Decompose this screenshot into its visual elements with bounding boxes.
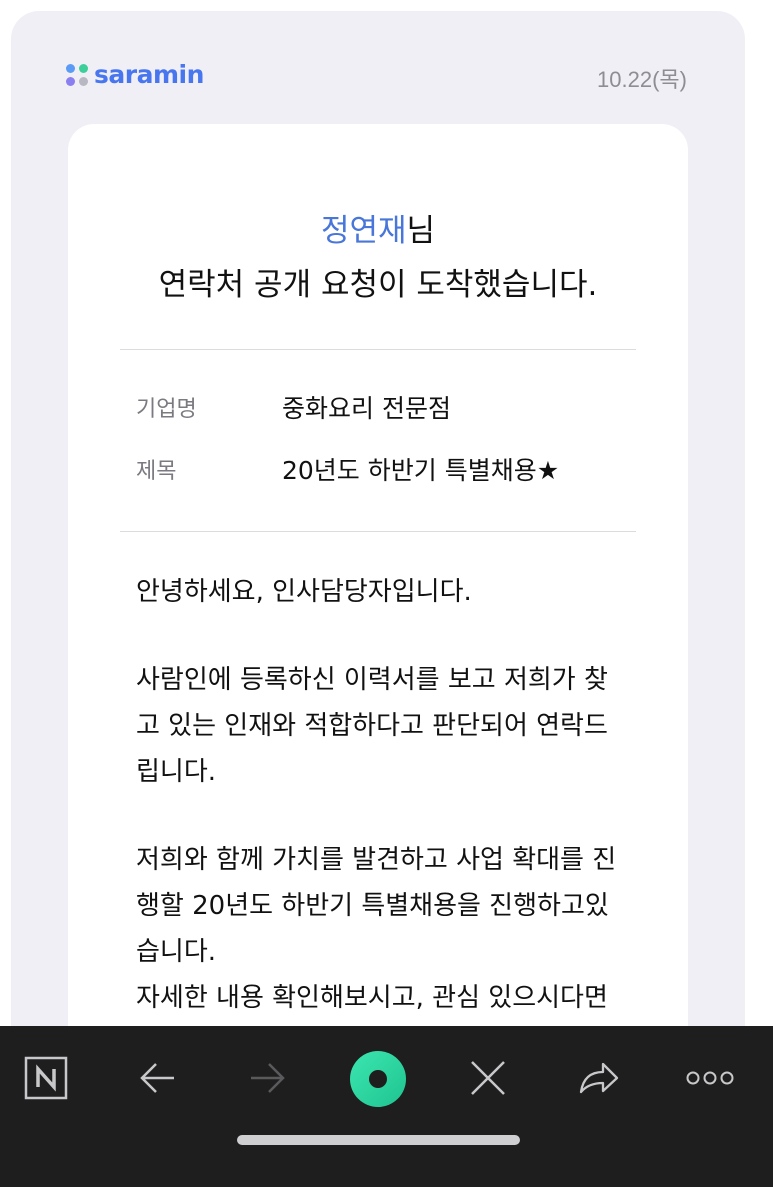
share-icon bbox=[579, 1062, 619, 1094]
title-label: 제목 bbox=[136, 459, 177, 484]
divider-top bbox=[120, 349, 636, 350]
body-paragraph-1: 안녕하세요, 인사담당자입니다. bbox=[136, 577, 472, 607]
logo-text: saramin bbox=[94, 60, 204, 89]
saramin-logo: saramin bbox=[66, 60, 204, 89]
greeting-message: 연락처 공개 요청이 도착했습니다. bbox=[158, 267, 598, 303]
divider-bottom bbox=[120, 531, 636, 532]
naver-n-icon bbox=[24, 1056, 68, 1100]
title-value: 20년도 하반기 특별채용★ bbox=[282, 456, 560, 485]
logo-dots-icon bbox=[66, 63, 88, 86]
back-arrow-icon bbox=[140, 1063, 174, 1093]
more-button[interactable] bbox=[680, 1048, 740, 1108]
mail-date: 10.22(목) bbox=[597, 67, 687, 92]
forward-arrow-icon bbox=[251, 1063, 285, 1093]
green-dot-icon bbox=[350, 1051, 406, 1107]
share-button[interactable] bbox=[569, 1048, 629, 1108]
recipient-name: 정연재 bbox=[320, 213, 407, 249]
greeting: 정연재님 연락처 공개 요청이 도착했습니다. bbox=[68, 204, 688, 312]
company-value: 중화요리 전문점 bbox=[282, 394, 451, 423]
body-paragraph-2: 사람인에 등록하신 이력서를 보고 저희가 찾 고 있는 인재와 적합하다고 판… bbox=[136, 665, 608, 787]
naver-n-button[interactable] bbox=[16, 1048, 76, 1108]
body-paragraph-4: 자세한 내용 확인해보시고, 관심 있으시다면 bbox=[136, 983, 608, 1013]
home-indicator[interactable] bbox=[237, 1135, 520, 1145]
company-label: 기업명 bbox=[136, 397, 197, 422]
recipient-suffix: 님 bbox=[406, 213, 436, 249]
close-icon bbox=[471, 1061, 505, 1095]
mail-body: 안녕하세요, 인사담당자입니다. 사람인에 등록하신 이력서를 보고 저희가 찾… bbox=[136, 569, 636, 1063]
green-dot-button[interactable] bbox=[347, 1048, 409, 1110]
more-icon bbox=[686, 1071, 734, 1085]
close-button[interactable] bbox=[458, 1048, 518, 1108]
info-row-company: 기업명 중화요리 전문점 bbox=[136, 389, 451, 425]
mail-page: saramin 10.22(목) 정연재님 연락처 공개 요청이 도착했습니다.… bbox=[0, 0, 773, 1187]
browser-toolbar bbox=[0, 1026, 773, 1187]
forward-button[interactable] bbox=[237, 1048, 297, 1108]
body-paragraph-3: 저희와 함께 가치를 발견하고 사업 확대를 진 행할 20년도 하반기 특별채… bbox=[136, 845, 617, 967]
back-button[interactable] bbox=[128, 1048, 188, 1108]
info-row-title: 제목 20년도 하반기 특별채용★ bbox=[136, 451, 559, 487]
